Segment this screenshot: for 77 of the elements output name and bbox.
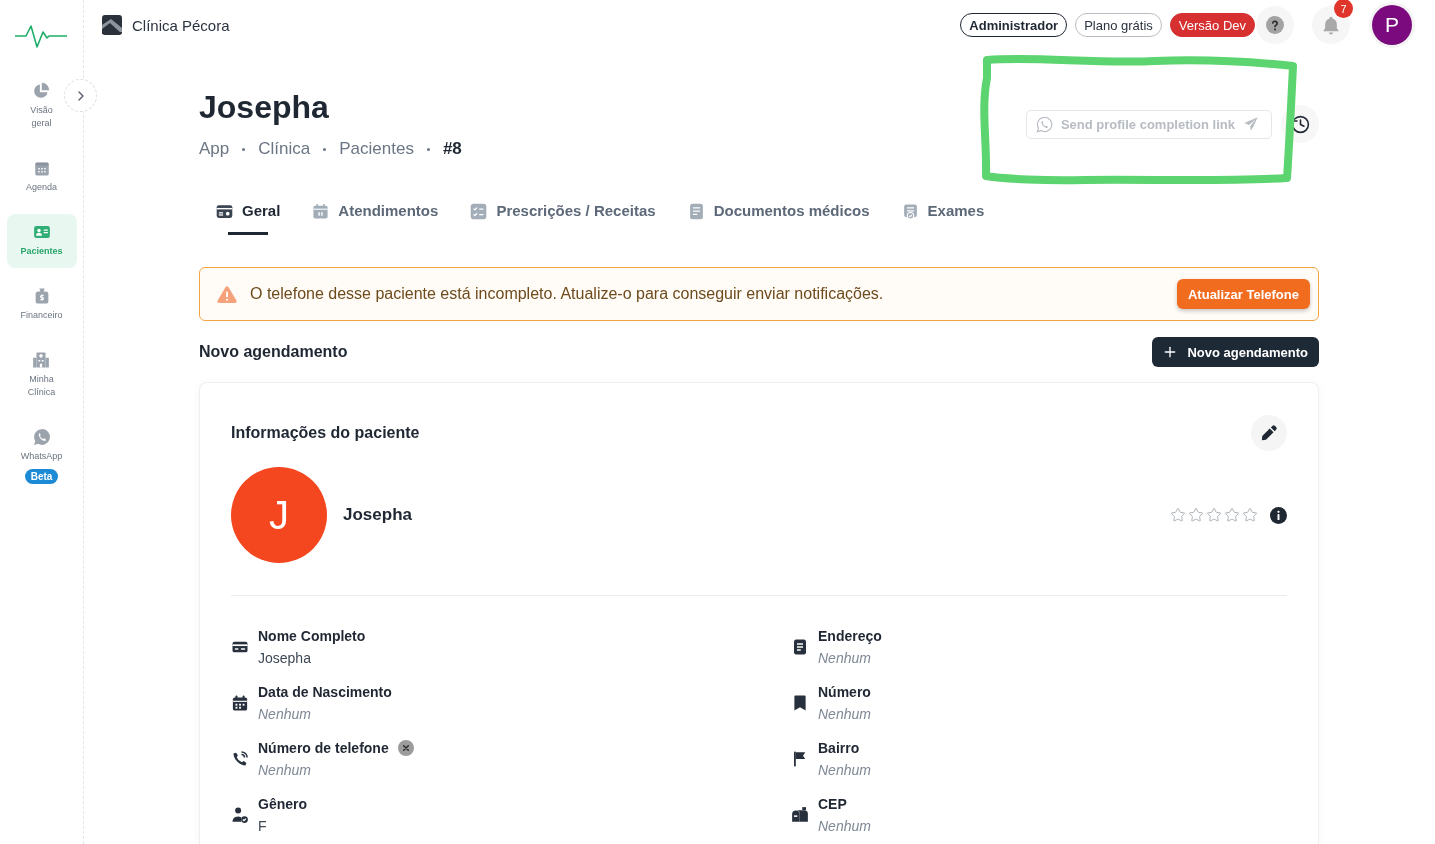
star-icon[interactable] <box>1206 507 1222 523</box>
alert-message: O telefone desse paciente está incompleto. Atualize-o para conseguir enviar notificações. <box>250 285 885 303</box>
id-card-icon <box>216 202 233 220</box>
field-label: Nome Completo <box>258 627 366 646</box>
warning-icon <box>217 285 237 303</box>
beta-badge: Beta <box>24 469 59 484</box>
breadcrumb-link[interactable]: Pacientes <box>339 138 414 160</box>
notifications-button[interactable] <box>1312 6 1350 44</box>
field-value: Josepha <box>258 649 312 668</box>
clipboard-check-icon <box>901 202 919 220</box>
sidebar-item[interactable]: Visão geral <box>30 73 53 140</box>
heartbeat-logo <box>13 24 70 48</box>
tab[interactable]: Documentos médicos <box>671 195 886 235</box>
sidebar-item[interactable]: Minha Clínica <box>27 342 56 409</box>
tab[interactable]: Atendimentos <box>296 195 455 235</box>
sidebar-item[interactable]: Pacientes <box>6 214 77 268</box>
field-value: Nenhum <box>258 761 312 780</box>
breadcrumb-link[interactable]: Clínica <box>258 138 311 160</box>
clinic-logo-icon <box>102 15 122 35</box>
person-check-icon <box>231 806 249 824</box>
document-icon <box>791 638 809 656</box>
patient-name: Josepha <box>343 505 412 525</box>
chat-phone-icon <box>1035 115 1053 133</box>
tab[interactable]: Prescrições / Receitas <box>454 195 672 235</box>
patient-avatar: J <box>231 467 327 563</box>
star-icon[interactable] <box>1242 507 1258 523</box>
field-label: Gênero <box>258 795 307 814</box>
user-avatar[interactable]: P <box>1372 5 1412 45</box>
star-icon[interactable] <box>1170 507 1186 523</box>
breadcrumb-link[interactable]: #8 <box>442 138 462 160</box>
calendar-icon <box>32 159 51 177</box>
calendar-icon <box>231 694 249 712</box>
field-label: Número <box>818 683 871 702</box>
sidebar-item[interactable]: Agenda <box>26 150 57 204</box>
section-heading: Novo agendamento <box>199 343 348 361</box>
breadcrumb-link[interactable]: App <box>199 138 230 160</box>
calendar-icon <box>312 202 330 220</box>
id-card-icon <box>32 223 51 241</box>
field-value: Nenhum <box>818 761 871 780</box>
notification-count: 7 <box>1334 0 1353 18</box>
field-value: Nenhum <box>818 649 872 668</box>
field-label: Data de Nascimento <box>258 683 392 702</box>
field-label: Bairro <box>818 739 860 758</box>
star-icon[interactable] <box>1188 507 1204 523</box>
document-icon <box>687 202 705 220</box>
page-title: Josepha <box>199 88 330 126</box>
new-appointment-button[interactable]: Novo agendamento <box>1152 337 1319 367</box>
field-label: Endereço <box>818 627 882 646</box>
pie-chart-icon <box>32 82 51 100</box>
mailbox-icon <box>791 806 809 824</box>
sidebar-item[interactable]: Financeiro <box>20 278 63 332</box>
card-title: Informações do paciente <box>231 424 420 442</box>
tab[interactable]: Exames <box>885 195 1001 235</box>
field-label: CEP <box>818 795 847 814</box>
phone-icon <box>231 750 249 768</box>
help-icon <box>1266 16 1284 34</box>
field-label: Número de telefone <box>258 739 389 758</box>
send-icon <box>1243 116 1259 132</box>
bell-icon <box>1321 15 1341 35</box>
edit-button[interactable] <box>1251 415 1287 451</box>
field-value: Nenhum <box>258 705 312 724</box>
sidebar-item[interactable]: WhatsApp Beta <box>20 419 63 494</box>
hospital-building-icon <box>32 351 51 369</box>
field-value: Nenhum <box>818 817 871 836</box>
chat-phone-icon <box>32 428 51 446</box>
update-phone-button[interactable]: Atualizar Telefone <box>1177 279 1310 309</box>
clinic-name: Clínica Pécora <box>132 16 230 34</box>
bookmark-icon <box>791 694 809 712</box>
field-value: Nenhum <box>818 705 871 724</box>
help-button[interactable] <box>1256 6 1294 44</box>
star-icon[interactable] <box>1224 507 1240 523</box>
tab[interactable]: Geral <box>200 195 297 235</box>
pencil-icon <box>1260 424 1278 442</box>
field-value: F <box>258 817 268 836</box>
version-badge: Versão Dev <box>1169 13 1255 37</box>
checklist-icon <box>470 202 488 220</box>
info-icon[interactable] <box>1270 506 1287 524</box>
